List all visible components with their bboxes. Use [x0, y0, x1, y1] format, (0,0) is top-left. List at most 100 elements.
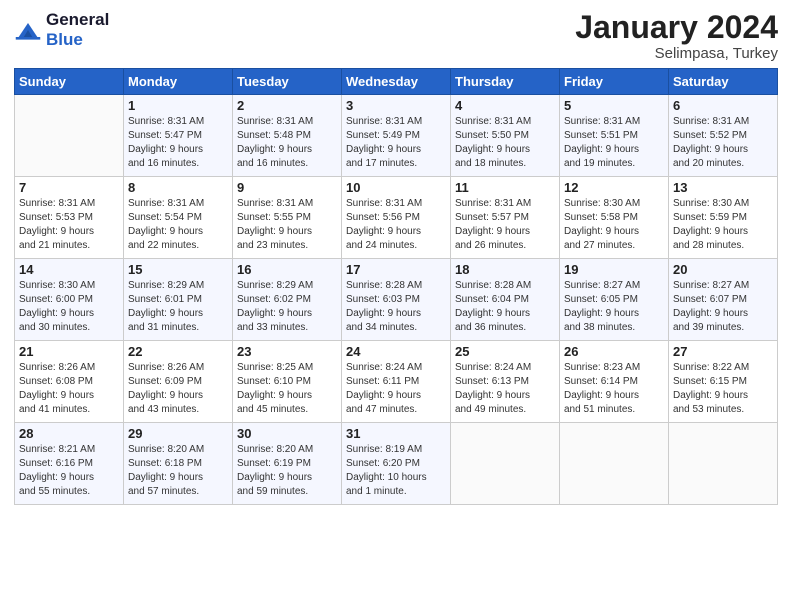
day-number: 1: [128, 98, 228, 113]
calendar-cell: 21Sunrise: 8:26 AM Sunset: 6:08 PM Dayli…: [15, 341, 124, 423]
calendar-cell: 28 Sunrise: 8:21 AM Sunset: 6:16 PM Dayli…: [15, 423, 124, 505]
day-number: 26: [564, 344, 664, 359]
calendar-cell: 16 Sunrise: 8:29 AM Sunset: 6:02 PM Dayli…: [233, 259, 342, 341]
calendar-cell: 7 Sunrise: 8:31 AM Sunset: 5:53 PM Daylig…: [15, 177, 124, 259]
day-number: 31: [346, 426, 446, 441]
day-number: 13: [673, 180, 773, 195]
day-info: Sunrise: 8:31 AM Sunset: 5:55 PM Dayligh…: [237, 197, 337, 253]
day-number: 4: [455, 98, 555, 113]
day-info: Sunrise: 8:28 AM Sunset: 6:03 PM Dayligh…: [346, 279, 446, 335]
day-number: 17: [346, 262, 446, 277]
day-info: Sunrise: 8:20 AM Sunset: 6:18 PM Dayligh…: [128, 443, 228, 499]
day-info: Sunrise: 8:27 AM Sunset: 6:05 PM Dayligh…: [564, 279, 664, 335]
calendar-cell: 5Sunrise: 8:31 AM Sunset: 5:51 PM Daylig…: [560, 95, 669, 177]
calendar-week-row: 21Sunrise: 8:26 AM Sunset: 6:08 PM Dayli…: [15, 341, 778, 423]
day-number: 6: [673, 98, 773, 113]
logo: General Blue: [14, 10, 109, 49]
calendar-cell: 20 Sunrise: 8:27 AM Sunset: 6:07 PM Dayli…: [669, 259, 778, 341]
calendar-cell: 25 Sunrise: 8:24 AM Sunset: 6:13 PM Dayli…: [451, 341, 560, 423]
calendar-week-row: 7 Sunrise: 8:31 AM Sunset: 5:53 PM Daylig…: [15, 177, 778, 259]
day-number: 3: [346, 98, 446, 113]
day-number: 10: [346, 180, 446, 195]
day-info: Sunrise: 8:30 AM Sunset: 6:00 PM Dayligh…: [19, 279, 119, 335]
calendar-cell: 31 Sunrise: 8:19 AM Sunset: 6:20 PM Dayli…: [342, 423, 451, 505]
calendar-cell: 2 Sunrise: 8:31 AM Sunset: 5:48 PM Daylig…: [233, 95, 342, 177]
day-number: 30: [237, 426, 337, 441]
col-thursday: Thursday: [451, 69, 560, 95]
calendar-cell: 23 Sunrise: 8:25 AM Sunset: 6:10 PM Dayli…: [233, 341, 342, 423]
day-number: 7: [19, 180, 119, 195]
calendar-cell: 6 Sunrise: 8:31 AM Sunset: 5:52 PM Daylig…: [669, 95, 778, 177]
day-info: Sunrise: 8:27 AM Sunset: 6:07 PM Dayligh…: [673, 279, 773, 335]
calendar-cell: 8Sunrise: 8:31 AM Sunset: 5:54 PM Daylig…: [124, 177, 233, 259]
day-number: 27: [673, 344, 773, 359]
calendar-cell: 10 Sunrise: 8:31 AM Sunset: 5:56 PM Dayli…: [342, 177, 451, 259]
calendar-week-row: 1 Sunrise: 8:31 AM Sunset: 5:47 PM Daylig…: [15, 95, 778, 177]
day-number: 20: [673, 262, 773, 277]
day-info: Sunrise: 8:29 AM Sunset: 6:01 PM Dayligh…: [128, 279, 228, 335]
day-number: 2: [237, 98, 337, 113]
calendar-cell: 3Sunrise: 8:31 AM Sunset: 5:49 PM Daylig…: [342, 95, 451, 177]
calendar-cell: 17 Sunrise: 8:28 AM Sunset: 6:03 PM Dayli…: [342, 259, 451, 341]
calendar-cell: 1 Sunrise: 8:31 AM Sunset: 5:47 PM Daylig…: [124, 95, 233, 177]
logo-general: General: [46, 10, 109, 30]
col-sunday: Sunday: [15, 69, 124, 95]
day-number: 12: [564, 180, 664, 195]
calendar-cell: [560, 423, 669, 505]
calendar-cell: 29 Sunrise: 8:20 AM Sunset: 6:18 PM Dayli…: [124, 423, 233, 505]
calendar-cell: 27 Sunrise: 8:22 AM Sunset: 6:15 PM Dayli…: [669, 341, 778, 423]
day-number: 19: [564, 262, 664, 277]
day-info: Sunrise: 8:20 AM Sunset: 6:19 PM Dayligh…: [237, 443, 337, 499]
day-number: 25: [455, 344, 555, 359]
col-wednesday: Wednesday: [342, 69, 451, 95]
day-number: 23: [237, 344, 337, 359]
day-info: Sunrise: 8:31 AM Sunset: 5:47 PM Dayligh…: [128, 115, 228, 171]
day-number: 24: [346, 344, 446, 359]
header: General Blue January 2024 Selimpasa, Tur…: [14, 10, 778, 62]
calendar-header-row: Sunday Monday Tuesday Wednesday Thursday…: [15, 69, 778, 95]
day-info: Sunrise: 8:22 AM Sunset: 6:15 PM Dayligh…: [673, 361, 773, 417]
calendar-cell: 9 Sunrise: 8:31 AM Sunset: 5:55 PM Daylig…: [233, 177, 342, 259]
day-number: 9: [237, 180, 337, 195]
day-info: Sunrise: 8:21 AM Sunset: 6:16 PM Dayligh…: [19, 443, 119, 499]
calendar-cell: [15, 95, 124, 177]
day-number: 15: [128, 262, 228, 277]
col-tuesday: Tuesday: [233, 69, 342, 95]
day-number: 11: [455, 180, 555, 195]
day-info: Sunrise: 8:31 AM Sunset: 5:52 PM Dayligh…: [673, 115, 773, 171]
logo-blue: Blue: [46, 30, 109, 50]
day-info: Sunrise: 8:25 AM Sunset: 6:10 PM Dayligh…: [237, 361, 337, 417]
calendar-cell: [669, 423, 778, 505]
day-number: 18: [455, 262, 555, 277]
day-number: 16: [237, 262, 337, 277]
day-info: Sunrise: 8:31 AM Sunset: 5:51 PM Dayligh…: [564, 115, 664, 171]
day-info: Sunrise: 8:29 AM Sunset: 6:02 PM Dayligh…: [237, 279, 337, 335]
day-info: Sunrise: 8:31 AM Sunset: 5:56 PM Dayligh…: [346, 197, 446, 253]
calendar-cell: 14 Sunrise: 8:30 AM Sunset: 6:00 PM Dayli…: [15, 259, 124, 341]
calendar-cell: 26Sunrise: 8:23 AM Sunset: 6:14 PM Dayli…: [560, 341, 669, 423]
day-info: Sunrise: 8:28 AM Sunset: 6:04 PM Dayligh…: [455, 279, 555, 335]
day-info: Sunrise: 8:31 AM Sunset: 5:48 PM Dayligh…: [237, 115, 337, 171]
day-info: Sunrise: 8:31 AM Sunset: 5:57 PM Dayligh…: [455, 197, 555, 253]
col-saturday: Saturday: [669, 69, 778, 95]
day-info: Sunrise: 8:24 AM Sunset: 6:13 PM Dayligh…: [455, 361, 555, 417]
day-number: 28: [19, 426, 119, 441]
day-info: Sunrise: 8:31 AM Sunset: 5:53 PM Dayligh…: [19, 197, 119, 253]
day-number: 14: [19, 262, 119, 277]
calendar-cell: [451, 423, 560, 505]
month-title: January 2024: [575, 10, 778, 45]
calendar-week-row: 14 Sunrise: 8:30 AM Sunset: 6:00 PM Dayli…: [15, 259, 778, 341]
logo-icon: [14, 16, 42, 44]
title-block: January 2024 Selimpasa, Turkey: [575, 10, 778, 62]
day-info: Sunrise: 8:30 AM Sunset: 5:58 PM Dayligh…: [564, 197, 664, 253]
calendar-cell: 15 Sunrise: 8:29 AM Sunset: 6:01 PM Dayli…: [124, 259, 233, 341]
day-number: 8: [128, 180, 228, 195]
calendar-page: General Blue January 2024 Selimpasa, Tur…: [0, 0, 792, 612]
day-number: 29: [128, 426, 228, 441]
day-number: 22: [128, 344, 228, 359]
col-monday: Monday: [124, 69, 233, 95]
calendar-cell: 22Sunrise: 8:26 AM Sunset: 6:09 PM Dayli…: [124, 341, 233, 423]
calendar-cell: 24Sunrise: 8:24 AM Sunset: 6:11 PM Dayli…: [342, 341, 451, 423]
day-info: Sunrise: 8:19 AM Sunset: 6:20 PM Dayligh…: [346, 443, 446, 499]
calendar-cell: 11 Sunrise: 8:31 AM Sunset: 5:57 PM Dayli…: [451, 177, 560, 259]
